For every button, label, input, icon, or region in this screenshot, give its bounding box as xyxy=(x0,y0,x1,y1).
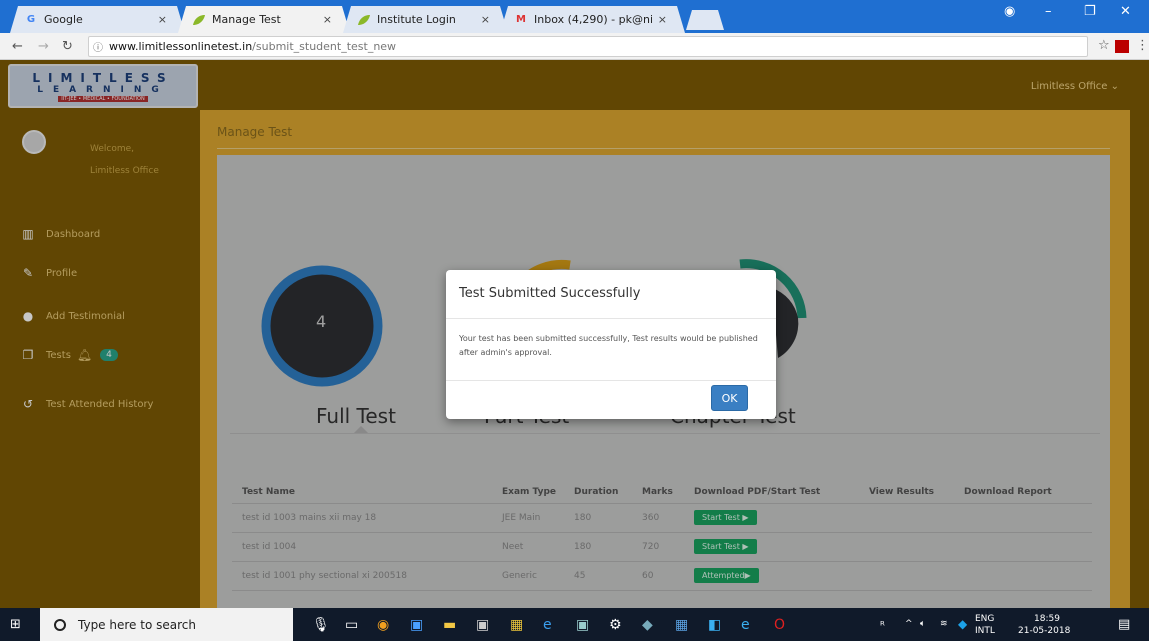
tab-label: Institute Login xyxy=(377,13,456,26)
leaf-icon xyxy=(192,13,206,27)
app-icon[interactable]: ▦ xyxy=(675,617,688,633)
star-icon[interactable]: ☆ xyxy=(1098,38,1110,53)
tab-manage-test[interactable]: Manage Test × xyxy=(178,6,350,33)
tab-label: Manage Test xyxy=(212,13,281,26)
language-sub-label: INTL xyxy=(975,626,995,636)
url-path: /submit_student_test_new xyxy=(252,40,397,53)
microphone-icon[interactable]: 🎙︎ xyxy=(312,617,330,633)
google-icon: G xyxy=(26,14,36,25)
opera-icon[interactable]: O xyxy=(774,617,785,633)
close-icon[interactable]: × xyxy=(658,13,667,26)
url-domain: www.limitlessonlinetest.in xyxy=(109,40,253,53)
leaf-icon xyxy=(357,13,371,27)
back-icon[interactable]: ← xyxy=(12,39,23,54)
browser-tab-bar: G Google × Manage Test × Institute Login… xyxy=(0,0,1149,33)
menu-icon[interactable]: ⋮ xyxy=(1136,38,1149,53)
modal-title: Test Submitted Successfully xyxy=(446,270,776,319)
tray-chevron-icon[interactable]: ^ xyxy=(905,619,913,629)
wifi-icon[interactable]: ≋ xyxy=(940,619,948,629)
clock-time[interactable]: 18:59 xyxy=(1034,614,1060,624)
pdf-extension-icon[interactable] xyxy=(1115,40,1129,53)
language-label[interactable]: ENG xyxy=(975,614,994,624)
url-input[interactable]: ⓘ www.limitlessonlinetest.in/submit_stud… xyxy=(88,36,1088,57)
tab-label: Inbox (4,290) - pk@niita xyxy=(534,13,650,26)
tab-institute-login[interactable]: Institute Login × xyxy=(343,6,508,33)
close-icon[interactable]: × xyxy=(481,13,490,26)
cortana-icon xyxy=(54,618,66,631)
forward-icon[interactable]: → xyxy=(38,39,49,54)
tab-google[interactable]: G Google × xyxy=(10,6,185,33)
chrome-icon[interactable]: ◉ xyxy=(377,617,389,633)
app-icon[interactable]: ▣ xyxy=(576,617,589,633)
app-icon[interactable]: ◆ xyxy=(642,617,653,633)
new-tab-button[interactable] xyxy=(686,10,724,30)
windows-taskbar: ⊞ Type here to search 🎙︎ ▭ ◉ ▣ ▬ ▣ ▦ e ▣… xyxy=(0,608,1149,641)
ie-icon[interactable]: e xyxy=(741,617,750,633)
gmail-icon: M xyxy=(516,14,526,25)
edge-icon[interactable]: e xyxy=(543,617,552,633)
clock-date[interactable]: 21-05-2018 xyxy=(1018,626,1070,636)
reload-icon[interactable]: ↻ xyxy=(62,39,73,54)
volume-icon[interactable]: 🔈︎ xyxy=(920,619,925,629)
profile-icon[interactable]: ◉ xyxy=(1004,4,1015,19)
app-icon[interactable]: ▣ xyxy=(410,617,423,633)
people-icon[interactable]: ᴿ xyxy=(880,619,885,632)
ok-button[interactable]: OK xyxy=(711,385,748,411)
app-icon[interactable]: ◧ xyxy=(708,617,721,633)
modal-message: Your test has been submitted successfull… xyxy=(446,319,776,381)
app-tray-icon[interactable]: ◆ xyxy=(958,617,967,631)
tab-label: Google xyxy=(44,13,83,26)
task-view-icon[interactable]: ▭ xyxy=(345,617,358,633)
notifications-icon[interactable]: ▤ xyxy=(1118,617,1130,632)
windows-start-icon[interactable]: ⊞ xyxy=(10,617,21,632)
success-modal: Test Submitted Successfully Your test ha… xyxy=(446,270,776,419)
tab-inbox[interactable]: M Inbox (4,290) - pk@niita × xyxy=(500,6,685,33)
app-icon[interactable]: ▣ xyxy=(476,617,489,633)
screen: G Google × Manage Test × Institute Login… xyxy=(0,0,1149,641)
close-icon[interactable]: × xyxy=(158,13,167,26)
close-window-icon[interactable]: ✕ xyxy=(1120,4,1131,19)
minimize-icon[interactable]: – xyxy=(1045,4,1052,19)
restore-icon[interactable]: ❐ xyxy=(1084,4,1096,19)
address-bar: ← → ↻ ⓘ www.limitlessonlinetest.in/submi… xyxy=(0,33,1149,60)
close-icon[interactable]: × xyxy=(323,13,332,26)
search-placeholder: Type here to search xyxy=(78,617,196,632)
app-icon[interactable]: ▦ xyxy=(510,617,523,633)
settings-icon[interactable]: ⚙ xyxy=(609,617,622,633)
taskbar-search[interactable]: Type here to search xyxy=(40,608,293,641)
info-icon: ⓘ xyxy=(93,43,103,54)
file-explorer-icon[interactable]: ▬ xyxy=(443,617,456,633)
